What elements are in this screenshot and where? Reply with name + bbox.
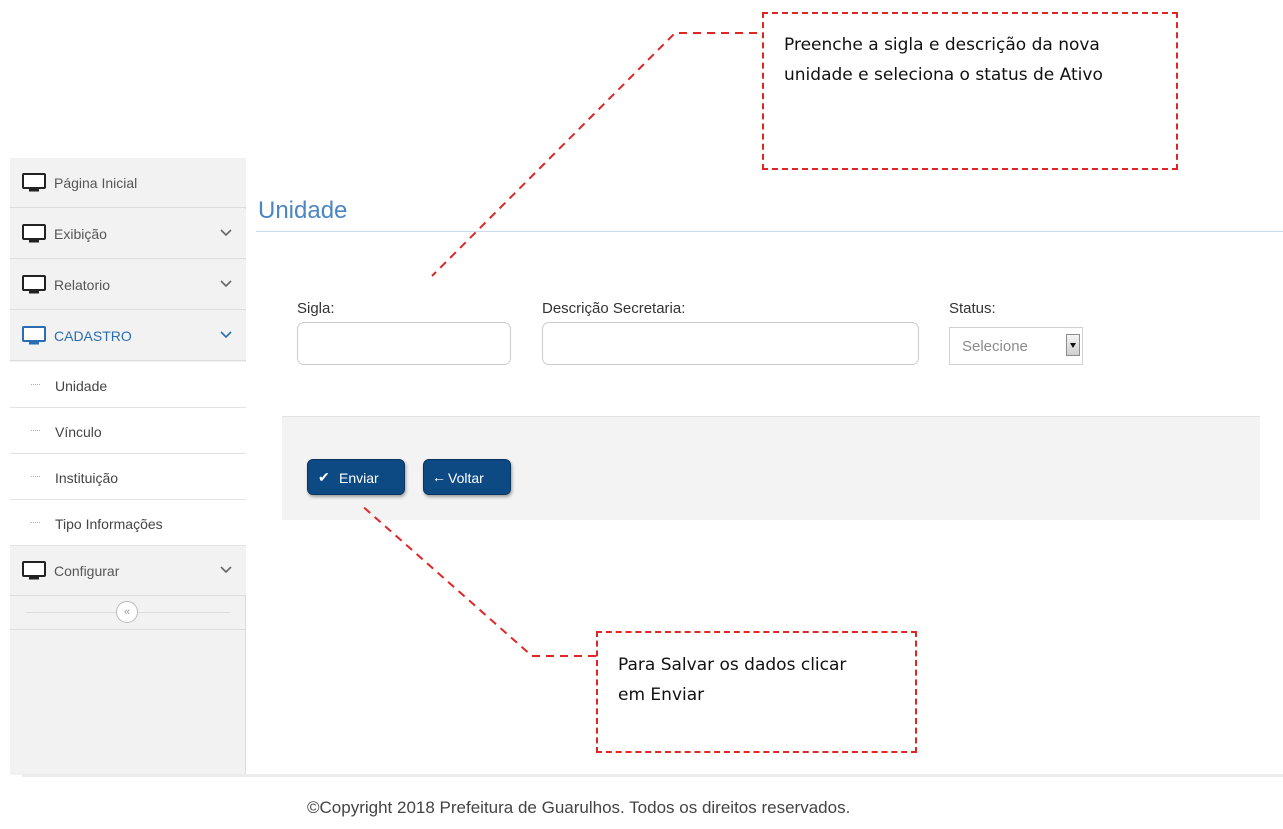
tree-branch	[31, 522, 40, 523]
dropdown-arrow-icon[interactable]	[1066, 334, 1080, 356]
sidebar-subitem-unidade[interactable]: Unidade	[10, 362, 246, 408]
callout-bottom-leader	[359, 503, 596, 657]
callout-bottom-text: Para Salvar os dados clicar em Enviar	[618, 655, 847, 705]
sidebar: Página Inicial Exibição Relatorio CADAST…	[10, 158, 246, 775]
check-icon: ✔	[318, 469, 330, 485]
monitor-icon	[22, 173, 46, 192]
sidebar-item-configurar[interactable]: Configurar	[10, 546, 246, 596]
callout-top-text: Preenche a sigla e descrição da nova uni…	[784, 35, 1103, 85]
sidebar-subitem-instituicao[interactable]: Instituição	[10, 454, 246, 500]
descricao-label: Descrição Secretaria:	[542, 300, 686, 317]
tree-branch	[31, 476, 40, 477]
monitor-icon	[22, 561, 46, 580]
sidebar-item-cadastro[interactable]: CADASTRO	[10, 311, 246, 361]
enviar-button[interactable]: ✔ Enviar	[307, 459, 405, 495]
monitor-icon	[22, 275, 46, 294]
chevron-down-icon	[220, 280, 232, 288]
callout-bottom: Para Salvar os dados clicar em Enviar	[596, 631, 917, 753]
sidebar-subitem-vinculo[interactable]: Vínculo	[10, 408, 246, 454]
monitor-icon	[22, 326, 46, 345]
sidebar-item-pagina-inicial[interactable]: Página Inicial	[10, 158, 246, 208]
chevron-down-icon	[220, 566, 232, 574]
enviar-button-label: Enviar	[339, 470, 379, 486]
sidebar-item-relatorio[interactable]: Relatorio	[10, 260, 246, 310]
footer-divider	[22, 774, 1283, 777]
sidebar-item-label: CADASTRO	[54, 328, 132, 344]
chevron-down-icon	[220, 229, 232, 237]
callout-top-leader	[431, 32, 757, 277]
status-select[interactable]: Selecione	[949, 327, 1083, 365]
footer-copyright: ©Copyright 2018 Prefeitura de Guarulhos.…	[307, 798, 851, 817]
sidebar-item-label: Exibição	[54, 226, 107, 242]
sigla-label: Sigla:	[297, 300, 335, 317]
voltar-button[interactable]: ← Voltar	[423, 459, 511, 495]
sidebar-collapse-row: «	[10, 594, 246, 630]
arrow-left-icon: ←	[432, 469, 446, 485]
title-divider	[256, 231, 1283, 232]
voltar-button-label: Voltar	[448, 470, 484, 486]
sigla-input[interactable]	[297, 322, 511, 365]
monitor-icon	[22, 224, 46, 243]
sidebar-collapse-button[interactable]: «	[116, 601, 138, 623]
sidebar-subitem-label: Tipo Informações	[55, 516, 163, 532]
sidebar-subitem-label: Instituição	[55, 470, 119, 486]
callout-top: Preenche a sigla e descrição da nova uni…	[762, 12, 1178, 170]
status-selected-value: Selecione	[962, 338, 1028, 355]
sidebar-item-label: Relatorio	[54, 277, 111, 293]
descricao-input[interactable]	[542, 322, 919, 365]
sidebar-subitem-tipo-informacoes[interactable]: Tipo Informações	[10, 500, 246, 546]
chevron-down-icon	[220, 331, 232, 339]
status-label: Status:	[949, 300, 996, 317]
sidebar-item-exibicao[interactable]: Exibição	[10, 209, 246, 259]
sidebar-subitem-label: Vínculo	[55, 424, 102, 440]
sidebar-subitem-label: Unidade	[55, 378, 108, 394]
sidebar-item-label: Página Inicial	[54, 175, 138, 191]
tree-branch	[31, 430, 40, 431]
tree-branch	[31, 384, 40, 385]
page-title: Unidade	[258, 197, 348, 224]
sidebar-item-label: Configurar	[54, 563, 120, 579]
